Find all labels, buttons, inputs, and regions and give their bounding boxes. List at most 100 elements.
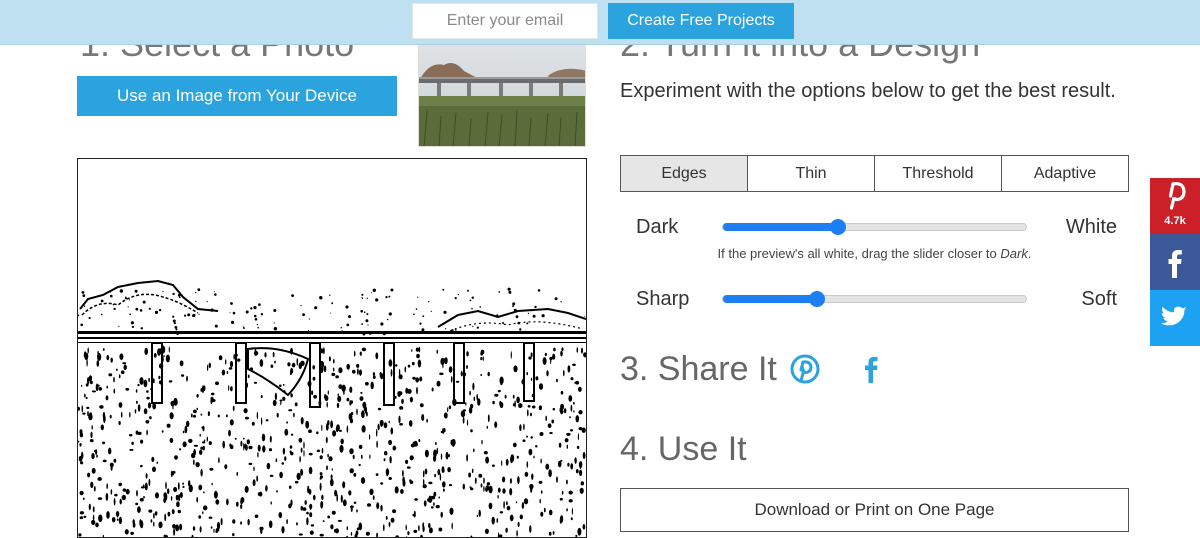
preview-speckle <box>310 531 314 535</box>
preview-speckle <box>253 479 256 486</box>
facebook-icon[interactable] <box>856 354 886 384</box>
preview-speckle <box>299 363 302 370</box>
preview-speckle <box>211 483 212 486</box>
preview-speckle <box>469 391 471 396</box>
preview-speckle <box>560 498 563 501</box>
preview-speckle <box>135 308 138 311</box>
step3-heading: 3. Share It <box>620 352 777 386</box>
preview-speckle <box>111 358 113 363</box>
preview-speckle <box>339 430 342 432</box>
preview-speckle <box>510 515 514 522</box>
preview-speckle <box>566 480 568 485</box>
sharp-soft-slider-handle[interactable] <box>809 291 825 307</box>
preview-speckle <box>350 418 353 423</box>
preview-speckle <box>259 527 263 530</box>
preview-speckle <box>509 488 512 495</box>
preview-speckle <box>369 434 370 439</box>
preview-speckle <box>90 482 93 488</box>
preview-speckle <box>108 373 112 376</box>
preview-speckle <box>415 443 418 446</box>
sharp-soft-slider[interactable] <box>722 295 1027 303</box>
preview-speckle <box>409 420 413 427</box>
preview-speckle <box>440 473 441 480</box>
preview-speckle <box>513 403 515 406</box>
tab-threshold[interactable]: Threshold <box>875 156 1002 191</box>
dark-white-slider-fill <box>723 223 838 231</box>
preview-speckle <box>569 416 571 418</box>
preview-speckle <box>82 413 85 415</box>
pinterest-share-button[interactable]: 4.7k <box>1150 178 1200 234</box>
download-print-button[interactable]: Download or Print on One Page <box>620 488 1129 532</box>
source-photo-thumbnail[interactable] <box>418 40 586 147</box>
preview-speckle <box>545 353 547 356</box>
preview-speckle <box>578 410 582 414</box>
preview-speckle <box>207 301 208 302</box>
preview-speckle <box>483 477 485 483</box>
create-free-projects-button[interactable]: Create Free Projects <box>608 3 794 39</box>
preview-speckle <box>209 468 213 471</box>
preview-speckle <box>257 324 259 326</box>
preview-speckle <box>502 477 505 483</box>
preview-speckle <box>407 531 409 535</box>
preview-speckle <box>452 523 453 530</box>
preview-speckle <box>517 476 520 484</box>
preview-speckle <box>79 331 81 333</box>
preview-speckle <box>274 361 276 364</box>
tab-edges[interactable]: Edges <box>621 156 748 191</box>
preview-speckle <box>513 365 517 372</box>
preview-speckle <box>176 329 178 331</box>
tab-thin[interactable]: Thin <box>748 156 875 191</box>
preview-speckle <box>291 294 294 297</box>
preview-speckle <box>352 370 356 374</box>
facebook-share-button[interactable] <box>1150 234 1200 290</box>
preview-speckle <box>556 476 558 483</box>
preview-speckle <box>158 376 160 379</box>
preview-speckle <box>215 499 219 504</box>
preview-speckle <box>173 320 176 323</box>
preview-speckle <box>346 324 349 327</box>
preview-speckle <box>212 397 214 403</box>
preview-speckle <box>143 496 145 498</box>
preview-speckle <box>388 296 390 298</box>
preview-speckle <box>545 464 549 470</box>
preview-speckle <box>125 388 129 391</box>
preview-speckle <box>330 479 334 486</box>
preview-speckle <box>418 360 421 368</box>
email-input[interactable] <box>412 3 598 39</box>
preview-speckle <box>386 516 388 520</box>
pinterest-icon[interactable] <box>790 354 820 384</box>
preview-speckle <box>514 400 516 407</box>
preview-speckle <box>485 529 489 534</box>
preview-speckle <box>483 356 484 361</box>
preview-speckle <box>302 507 306 511</box>
hint-emphasis: Dark <box>1000 246 1027 261</box>
use-image-button[interactable]: Use an Image from Your Device <box>77 76 397 116</box>
preview-speckle <box>208 411 210 416</box>
preview-speckle <box>321 348 324 353</box>
dark-white-slider-handle[interactable] <box>830 219 846 235</box>
preview-speckle <box>265 485 268 492</box>
preview-speckle <box>106 395 109 400</box>
preview-speckle <box>488 372 490 377</box>
preview-speckle <box>226 414 228 417</box>
preview-speckle <box>567 463 569 467</box>
preview-speckle <box>129 449 133 451</box>
tab-adaptive[interactable]: Adaptive <box>1002 156 1128 191</box>
preview-speckle <box>152 403 156 410</box>
preview-speckle <box>342 481 345 488</box>
preview-speckle <box>320 501 323 509</box>
preview-speckle <box>560 301 561 302</box>
preview-speckle <box>526 322 528 324</box>
preview-speckle <box>311 390 313 395</box>
preview-speckle <box>361 477 365 484</box>
dark-white-slider[interactable] <box>722 223 1027 231</box>
preview-speckle <box>436 505 440 508</box>
preview-speckle <box>517 456 519 459</box>
preview-speckle <box>309 489 312 495</box>
twitter-share-button[interactable] <box>1150 290 1200 346</box>
preview-speckle <box>376 429 377 437</box>
preview-speckle <box>472 297 474 299</box>
preview-speckle <box>371 382 374 390</box>
preview-speckle <box>128 306 129 307</box>
preview-speckle <box>88 347 89 353</box>
